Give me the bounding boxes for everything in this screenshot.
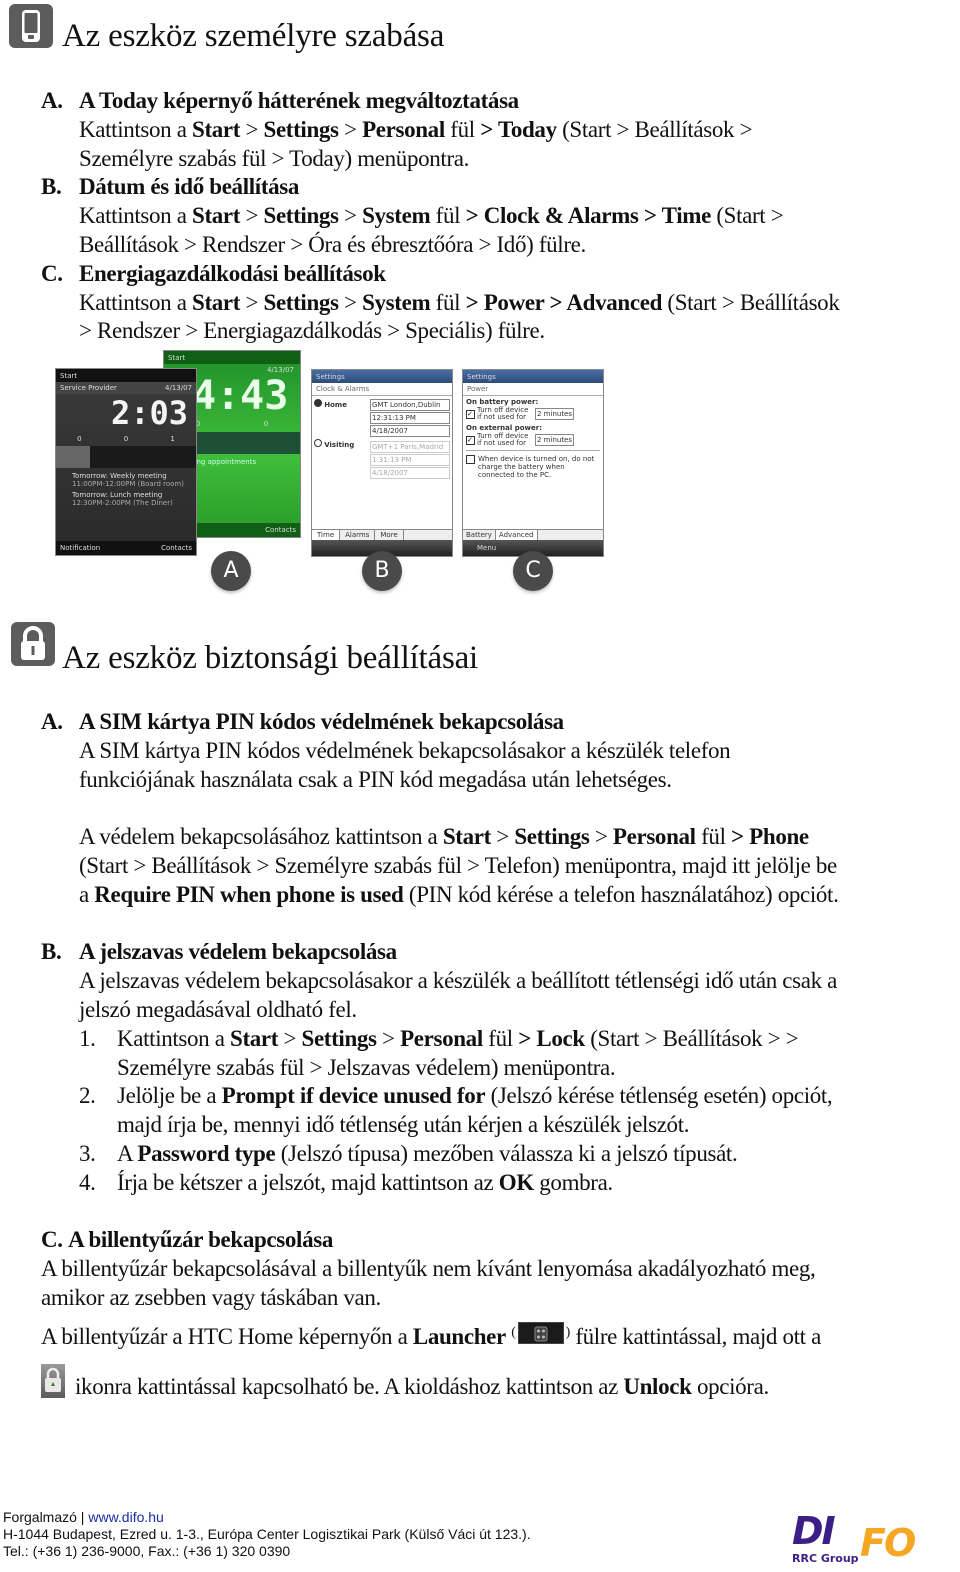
item-c: C. A billentyűzár bekapcsolása A billent… [41,1226,941,1401]
screenshot-today-dark: Start Service Provider 4/13/07 2:03 0 0 … [55,368,197,556]
text-line: A Password type (Jelszó típusa) mezőben … [117,1140,738,1166]
figure-label-a: A [211,551,251,591]
text-line: Kattintson a Start > Settings > System f… [79,203,784,229]
figure-label-c: C [513,551,553,591]
footer-address: H-1044 Budapest, Ezred u. 1-3., Európa C… [3,1526,531,1542]
text-line: Jelölje be a Prompt if device unused for… [117,1083,833,1109]
step-item: 3. A Password type (Jelszó típusa) mezőbe… [41,1140,941,1169]
customize-instructions: A. A Today képernyő hátterének megváltozt… [41,87,941,346]
step-item: 2. Jelölje be a Prompt if device unused f… [41,1082,941,1140]
text-line: jelszó megadásával oldható fel. [79,996,357,1022]
website-link[interactable]: www.difo.hu [88,1509,163,1525]
item-body: A védelem bekapcsolásához kattintson a S… [41,823,941,909]
clock-display: 2:03 [110,394,188,432]
screenshot-power-settings: Settings Power On battery power: ✓ Turn … [462,369,604,557]
padlock-icon [11,622,55,666]
launcher-tab-icon [517,1321,564,1344]
item-body: Kattintson a Start > Settings > System f… [41,202,941,260]
item-body: A billentyűzár bekapcsolásával a billent… [41,1255,941,1313]
keylock-icon [41,1363,65,1398]
item-heading: A jelszavas védelem bekapcsolása [79,939,397,965]
item-body: Kattintson a Start > Settings > System f… [41,289,941,347]
difo-logo: DI FO RRC Group [792,1509,916,1565]
item-heading: A Today képernyő hátterének megváltoztat… [79,88,519,113]
step-text: A Password type (Jelszó típusa) mezőben … [117,1140,738,1169]
item-heading: A SIM kártya PIN kódos védelmének bekapc… [79,709,564,734]
step-text: Írja be kétszer a jelszót, majd kattints… [117,1169,613,1198]
text-line: Kattintson a Start > Settings > Personal… [117,1025,799,1051]
item-a: A. A Today képernyő hátterének megváltozt… [41,87,941,173]
text-line: a Require PIN when phone is used (PIN kó… [79,881,839,907]
item-body: A jelszavas védelem bekapcsolásakor a ké… [41,967,941,1025]
item-b: B. Dátum és idő beállítása Kattintson a S… [41,173,941,259]
text-line: A jelszavas védelem bekapcsolásakor a ké… [79,968,837,994]
item-heading: Energiagazdálkodási beállítások [79,260,386,286]
step-item: 1. Kattintson a Start > Settings > Person… [41,1025,941,1083]
lock-line: ikonra kattintással kapcsolható be. A ki… [41,1363,941,1402]
item-body: Kattintson a Start > Settings > Personal… [41,116,941,174]
item-body: A SIM kártya PIN kódos védelmének bekapc… [41,737,941,795]
text-line: > Rendszer > Energiagazdálkodás > Speciá… [79,318,545,344]
pda-phone-icon [9,4,53,48]
text-line: Személyre szabás fül > Today) menüpontra… [79,145,470,171]
step-number: 4. [79,1169,96,1195]
steps-list: 1. Kattintson a Start > Settings > Person… [41,1025,941,1198]
text-line: Beállítások > Rendszer > Óra és ébresztő… [79,231,586,257]
footer: Forgalmazó | www.difo.hu H-1044 Budapest… [3,1509,531,1559]
item-b: B. A jelszavas védelem bekapcsolása A jel… [41,938,941,1197]
text-line: amikor az zsebben vagy táskában van. [41,1284,381,1310]
step-text: Kattintson a Start > Settings > Personal… [117,1025,799,1083]
item-heading: A billentyűzár bekapcsolása [68,1227,333,1253]
text-line: majd írja be, mennyi idő tétlenség után … [117,1112,690,1138]
screenshot-clock-settings: Settings Clock & Alarms Home Visiting GM… [311,369,453,557]
text-line: funkciójának használata csak a PIN kód m… [79,766,672,792]
security-instructions: A. A SIM kártya PIN kódos védelmének beka… [41,708,941,1401]
section-title-security: Az eszköz biztonsági beállításai [62,640,479,676]
text-line: A SIM kártya PIN kódos védelmének bekapc… [79,737,731,763]
footer-phone: Tel.: (+36 1) 236-9000, Fax.: (+36 1) 32… [3,1543,291,1559]
text-line: (Start > Beállítások > Személyre szabás … [79,852,837,878]
step-number: 2. [79,1083,96,1109]
step-number: 1. [79,1025,96,1051]
step-text: Jelölje be a Prompt if device unused for… [117,1082,833,1140]
text-line: Kattintson a Start > Settings > Personal… [79,116,753,142]
text-line: A billentyűzár bekapcsolásával a billent… [41,1256,816,1282]
item-a: A. A SIM kártya PIN kódos védelmének beka… [41,708,941,910]
launcher-line: A billentyűzár a HTC Home képernyőn a La… [41,1321,821,1349]
item-heading: Dátum és idő beállítása [79,174,300,200]
item-c: C. Energiagazdálkodási beállítások Kattin… [41,260,941,346]
text-line: Személyre szabás fül > Jelszavas védelem… [117,1054,616,1080]
figure-label-b: B [362,551,402,591]
text-line: Kattintson a Start > Settings > System f… [79,289,840,315]
text-line: Írja be kétszer a jelszót, majd kattints… [117,1169,613,1195]
step-item: 4. Írja be kétszer a jelszót, majd kattin… [41,1169,941,1198]
step-number: 3. [79,1140,96,1166]
section-title-customize: Az eszköz személyre szabása [62,18,445,54]
text-line: A védelem bekapcsolásához kattintson a S… [79,824,809,850]
